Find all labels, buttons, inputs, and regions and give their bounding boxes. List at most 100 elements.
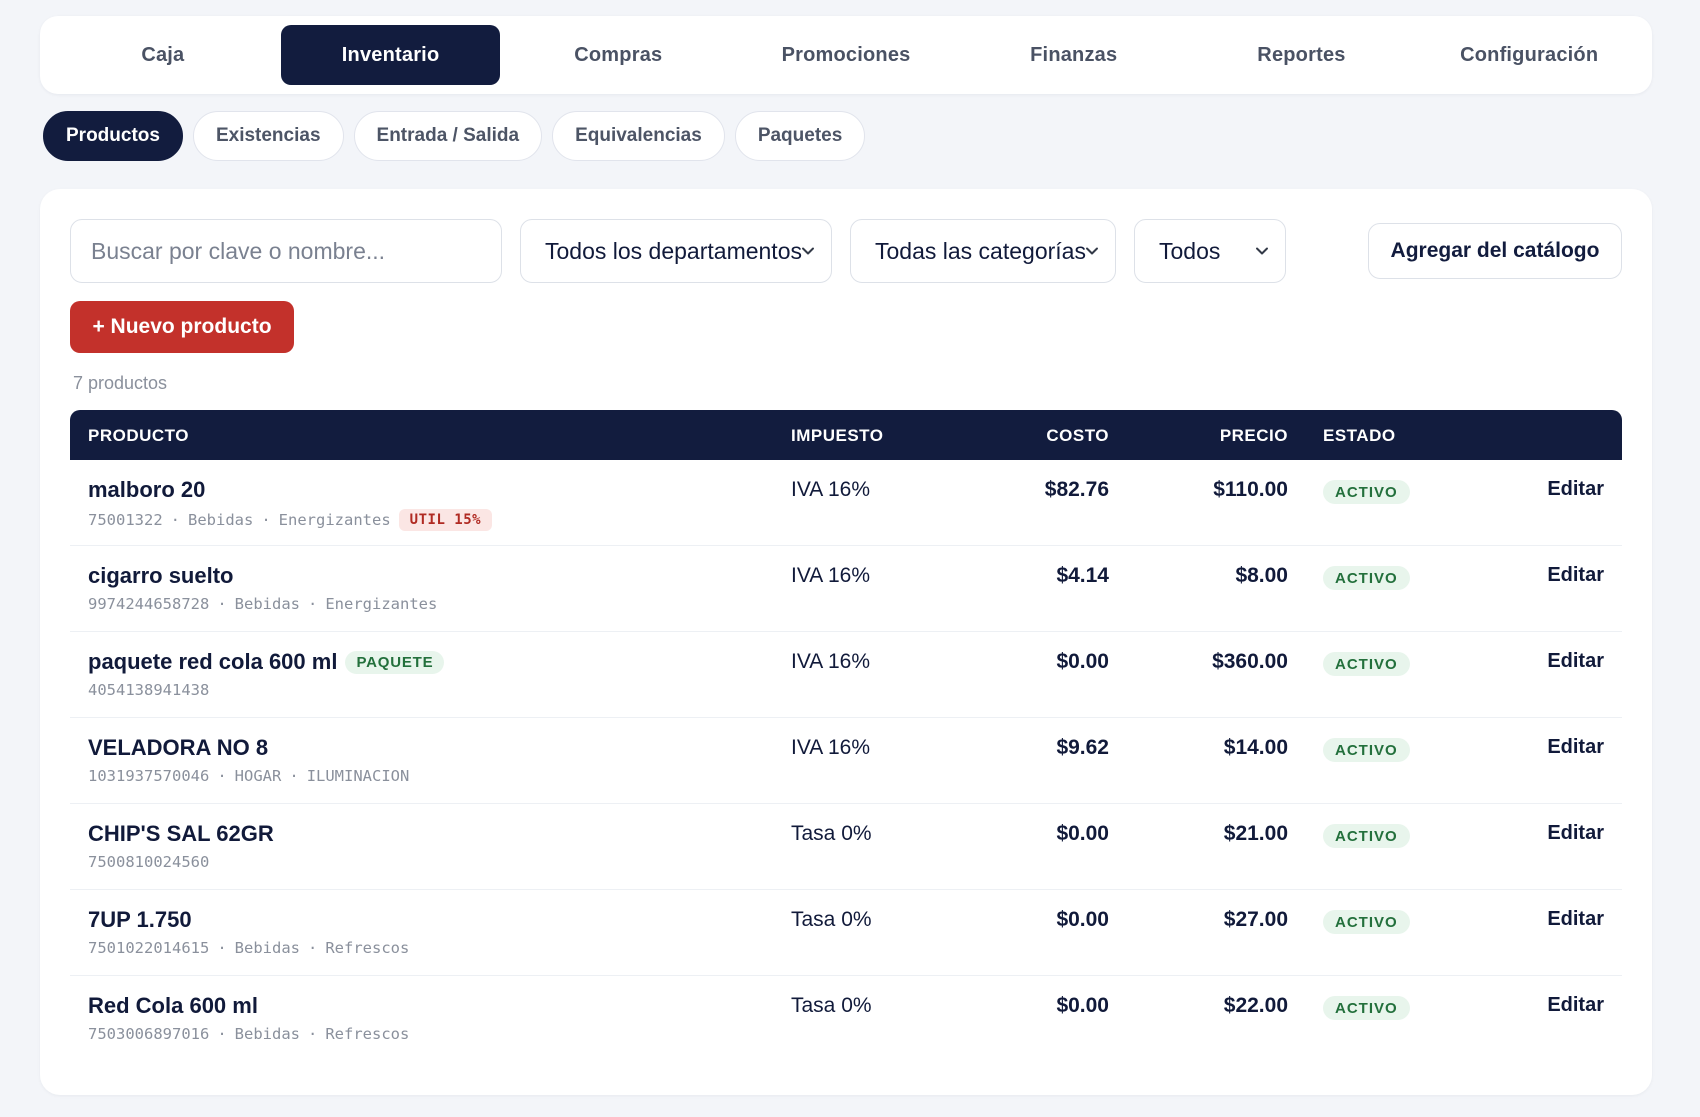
tab-promociones[interactable]: Promociones — [736, 25, 956, 85]
header-price: PRECIO — [1219, 426, 1288, 445]
status-select[interactable]: Todos — [1134, 219, 1286, 283]
tab-configuracion[interactable]: Configuración — [1419, 25, 1639, 85]
tab-reportes[interactable]: Reportes — [1192, 25, 1412, 85]
status-badge: ACTIVO — [1323, 824, 1410, 848]
status-badge: ACTIVO — [1323, 996, 1410, 1020]
product-cost: $4.14 — [1056, 564, 1109, 587]
table-row: cigarro suelto 9974244658728 · Bebidas ·… — [70, 546, 1622, 632]
product-cost: $0.00 — [1056, 650, 1109, 673]
meta-separator: · — [289, 767, 299, 785]
product-name: VELADORA NO 8 — [88, 735, 269, 760]
chevron-down-icon — [802, 247, 814, 255]
edit-link[interactable]: Editar — [1547, 478, 1604, 501]
product-category: Energizantes — [278, 511, 391, 529]
product-price: $14.00 — [1223, 736, 1288, 759]
meta-separator: · — [217, 767, 227, 785]
product-cost: $0.00 — [1056, 822, 1109, 845]
subtab-paquetes[interactable]: Paquetes — [734, 111, 866, 161]
products-table: PRODUCTO IMPUESTO COSTO PRECIO ESTADO ma… — [70, 410, 1622, 1062]
category-select-value: Todas las categorías — [875, 237, 1086, 264]
meta-separator: · — [308, 1025, 318, 1043]
tab-inventario[interactable]: Inventario — [280, 25, 501, 85]
edit-link[interactable]: Editar — [1547, 994, 1604, 1017]
search-input[interactable] — [70, 219, 502, 283]
product-code: 7500810024560 — [88, 853, 210, 871]
subtab-productos[interactable]: Productos — [43, 111, 183, 161]
edit-link[interactable]: Editar — [1547, 650, 1604, 673]
subtab-equivalencias[interactable]: Equivalencias — [552, 111, 725, 161]
table-row: CHIP'S SAL 62GR 7500810024560 Tasa 0% $0… — [70, 804, 1622, 890]
product-code: 9974244658728 — [88, 595, 210, 613]
product-code: 7503006897016 — [88, 1025, 210, 1043]
category-select[interactable]: Todas las categorías — [850, 219, 1116, 283]
table-row: 7UP 1.750 7501022014615 · Bebidas · Refr… — [70, 890, 1622, 976]
meta-separator: · — [217, 595, 227, 613]
product-code: 75001322 — [88, 511, 163, 529]
edit-link[interactable]: Editar — [1547, 822, 1604, 845]
product-price: $110.00 — [1213, 478, 1288, 501]
subtab-existencias[interactable]: Existencias — [192, 111, 344, 161]
edit-link[interactable]: Editar — [1547, 908, 1604, 931]
product-category: Refrescos — [325, 939, 410, 957]
product-name: paquete red cola 600 ml — [88, 649, 338, 674]
product-name: CHIP'S SAL 62GR — [88, 821, 274, 846]
header-product: PRODUCTO — [88, 426, 189, 445]
table-row: Red Cola 600 ml 7503006897016 · Bebidas … — [70, 976, 1622, 1062]
status-badge: ACTIVO — [1323, 652, 1410, 676]
department-select-value: Todos los departamentos — [545, 237, 802, 264]
meta-separator: · — [308, 939, 318, 957]
status-badge: ACTIVO — [1323, 738, 1410, 762]
chevron-down-icon — [1256, 247, 1268, 255]
product-price: $27.00 — [1223, 908, 1288, 931]
product-tax: Tasa 0% — [791, 822, 872, 845]
product-tax: IVA 16% — [791, 478, 870, 501]
status-badge: ACTIVO — [1323, 566, 1410, 590]
product-tax: IVA 16% — [791, 650, 870, 673]
product-cost: $0.00 — [1056, 908, 1109, 931]
add-from-catalog-button[interactable]: Agregar del catálogo — [1368, 223, 1622, 279]
status-badge: ACTIVO — [1323, 480, 1410, 504]
tab-compras[interactable]: Compras — [508, 25, 728, 85]
package-badge: PAQUETE — [345, 650, 445, 674]
header-tax: IMPUESTO — [791, 426, 884, 445]
table-row: malboro 20 75001322 · Bebidas · Energiza… — [70, 460, 1622, 546]
header-cost: COSTO — [1046, 426, 1109, 445]
tab-finanzas[interactable]: Finanzas — [964, 25, 1184, 85]
product-department: Bebidas — [234, 939, 300, 957]
product-tax: Tasa 0% — [791, 994, 872, 1017]
product-price: $8.00 — [1235, 564, 1288, 587]
new-product-button[interactable]: + Nuevo producto — [70, 301, 294, 353]
product-name: Red Cola 600 ml — [88, 993, 258, 1018]
status-select-value: Todos — [1159, 237, 1221, 264]
product-name: 7UP 1.750 — [88, 907, 192, 932]
status-badge: ACTIVO — [1323, 910, 1410, 934]
chevron-down-icon — [1086, 247, 1098, 255]
subtab-entrada-salida[interactable]: Entrada / Salida — [353, 111, 543, 161]
product-name: malboro 20 — [88, 477, 206, 502]
product-department: Bebidas — [188, 511, 254, 529]
margin-badge: UTIL 15% — [398, 509, 493, 531]
product-code: 4054138941438 — [88, 681, 210, 699]
products-panel: Todos los departamentos Todas las catego… — [40, 189, 1652, 1095]
tab-caja[interactable]: Caja — [53, 25, 273, 85]
sub-nav: Productos Existencias Entrada / Salida E… — [43, 111, 866, 163]
product-category: Refrescos — [325, 1025, 410, 1043]
product-price: $21.00 — [1223, 822, 1288, 845]
department-select[interactable]: Todos los departamentos — [520, 219, 832, 283]
product-department: HOGAR — [234, 767, 282, 785]
edit-link[interactable]: Editar — [1547, 564, 1604, 587]
product-code: 7501022014615 — [88, 939, 210, 957]
product-cost: $9.62 — [1056, 736, 1109, 759]
table-header: PRODUCTO IMPUESTO COSTO PRECIO ESTADO — [70, 410, 1622, 460]
product-category: Energizantes — [325, 595, 438, 613]
product-price: $22.00 — [1223, 994, 1288, 1017]
meta-separator: · — [308, 595, 318, 613]
edit-link[interactable]: Editar — [1547, 736, 1604, 759]
product-cost: $0.00 — [1056, 994, 1109, 1017]
product-department: Bebidas — [234, 1025, 300, 1043]
table-row: paquete red cola 600 ml PAQUETE 40541389… — [70, 632, 1622, 718]
product-tax: Tasa 0% — [791, 908, 872, 931]
product-tax: IVA 16% — [791, 736, 870, 759]
product-code: 1031937570046 — [88, 767, 210, 785]
filter-bar: Todos los departamentos Todas las catego… — [70, 219, 1622, 283]
